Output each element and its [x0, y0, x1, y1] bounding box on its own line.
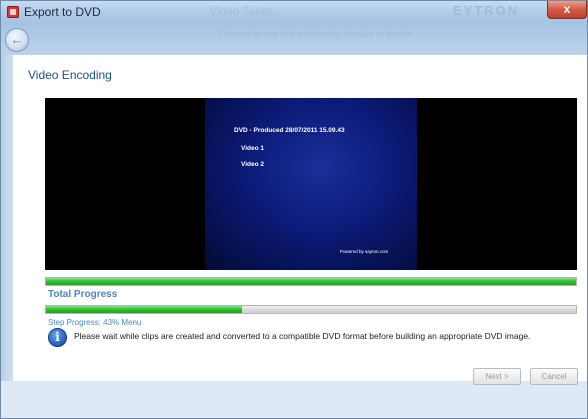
cancel-button[interactable]: Cancel [530, 368, 578, 385]
background-brand-logo: EYTRON [453, 3, 520, 18]
status-message: Please wait while clips are created and … [74, 331, 531, 341]
total-progress-label: Total Progress [48, 289, 118, 300]
back-arrow-icon: ← [10, 32, 24, 47]
footer-bar [1, 381, 587, 418]
total-progress-fill [46, 278, 576, 285]
dvd-menu-footer: Powered by sayron.com [340, 249, 389, 254]
step-progress-bar [45, 305, 577, 314]
info-icon: i [48, 328, 67, 347]
video-preview: DVD - Produced 28/07/2011 15.09.43 Video… [45, 98, 577, 270]
step-progress-label: Step Progress: 43% Menu [48, 318, 142, 327]
window-left-edge [1, 55, 13, 381]
back-button[interactable]: ← [5, 28, 29, 52]
background-ghost-subtitle: Convert to one of the following formats … [219, 29, 415, 39]
title-bar[interactable]: Export to DVD Video Tasks EYTRON x [1, 1, 587, 25]
export-dvd-window: Export to DVD Video Tasks EYTRON x ← Con… [0, 0, 588, 419]
close-button[interactable]: x [547, 1, 587, 19]
dvd-menu-item: Video 1 [241, 145, 265, 152]
dvd-menu-preview: DVD - Produced 28/07/2011 15.09.43 Video… [205, 98, 417, 270]
dvd-menu-item: Video 2 [241, 161, 265, 168]
close-icon: x [563, 2, 571, 16]
step-progress-fill [46, 306, 243, 313]
dvd-menu-title: DVD - Produced 28/07/2011 15.09.43 [234, 127, 345, 134]
page-title: Video Encoding [28, 68, 112, 82]
app-icon [7, 6, 19, 18]
background-ghost-title: Video Tasks [209, 4, 274, 18]
next-button[interactable]: Next > [473, 368, 521, 385]
window-title: Export to DVD [24, 5, 101, 19]
total-progress-bar [45, 277, 577, 286]
header-band: ← Convert to one of the following format… [1, 25, 587, 55]
